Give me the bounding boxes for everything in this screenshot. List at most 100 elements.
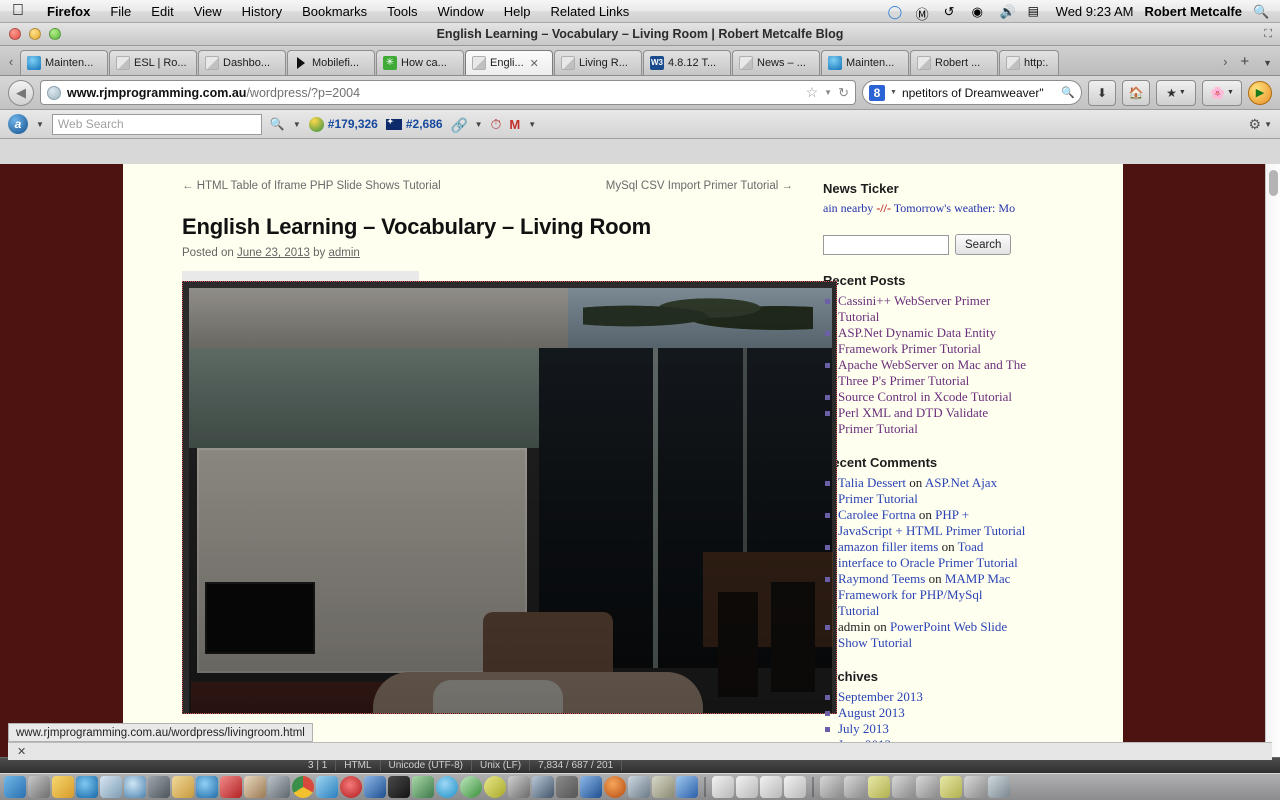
addon-button[interactable]: 🌸 ▼ — [1202, 79, 1242, 106]
menu-item-window[interactable]: Window — [428, 4, 494, 19]
tab-dashboard[interactable]: Dashbo... — [198, 50, 286, 75]
dock-icon-win1[interactable] — [820, 776, 842, 798]
tabs-scroll-left-icon[interactable]: ‹ — [2, 54, 20, 75]
dock-icon-display[interactable] — [508, 776, 530, 798]
dock-icon-chrome[interactable] — [292, 776, 314, 798]
menu-item-file[interactable]: File — [100, 4, 141, 19]
country-rank[interactable]: #2,686 — [385, 117, 443, 131]
dock-icon-doc4[interactable] — [784, 776, 806, 798]
chevron-down-icon[interactable]: ▼ — [475, 120, 483, 129]
addon-orb-icon[interactable]: ▶ — [1248, 80, 1272, 105]
recent-post-link[interactable]: Cassini++ WebServer Primer Tutorial — [838, 293, 990, 324]
comment-author-link[interactable]: Talia Dessert — [838, 475, 906, 490]
dock-icon-settings[interactable] — [28, 776, 50, 798]
dock-icon-appstore[interactable] — [196, 776, 218, 798]
dock-icon-win7[interactable] — [964, 776, 986, 798]
next-post-link[interactable]: MySql CSV Import Primer Tutorial → — [606, 180, 793, 192]
scrollbar-thumb[interactable] — [1269, 170, 1278, 196]
recent-post-link[interactable]: Source Control in Xcode Tutorial — [838, 389, 1012, 404]
chevron-down-icon[interactable]: ▼ — [293, 120, 301, 129]
chevron-down-icon[interactable]: ▼ — [36, 120, 44, 129]
dock-icon-maps[interactable] — [412, 776, 434, 798]
tab-robert[interactable]: Robert ... — [910, 50, 998, 75]
tab-http[interactable]: http:. — [999, 50, 1059, 75]
editor-language[interactable]: HTML — [336, 760, 381, 771]
search-input[interactable] — [823, 234, 949, 255]
dock-icon-doc1[interactable] — [712, 776, 734, 798]
dock-icon-win4[interactable] — [892, 776, 914, 798]
chevron-down-icon[interactable]: ▼ — [890, 89, 897, 96]
recent-post-link[interactable]: Apache WebServer on Mac and The Three P'… — [838, 357, 1026, 388]
timemachine-icon[interactable]: ↺ — [944, 4, 961, 19]
dock-icon-win3[interactable] — [868, 776, 890, 798]
download-button[interactable]: ⬇ — [1088, 79, 1116, 106]
comment-author-link[interactable]: Carolee Fortna — [838, 507, 916, 522]
dock-icon-folder[interactable] — [172, 776, 194, 798]
dock-icon-archive[interactable] — [652, 776, 674, 798]
dock-icon-xcode[interactable] — [532, 776, 554, 798]
tab-maintenance-2[interactable]: Mainten... — [821, 50, 909, 75]
bluetooth-icon[interactable]: Ⓜ — [916, 4, 933, 22]
chevron-down-icon[interactable]: ▼ — [528, 120, 536, 129]
tab-w3c-validator[interactable]: W3 4.8.12 T... — [643, 50, 731, 75]
gear-icon[interactable]: ⚙ ▼ — [1249, 116, 1272, 133]
dock-icon-itunes[interactable] — [148, 776, 170, 798]
dock-icon-terminal[interactable] — [388, 776, 410, 798]
web-search-input[interactable]: Web Search — [51, 113, 262, 135]
dock-icon-preview[interactable] — [100, 776, 122, 798]
reload-icon[interactable]: ↻ — [838, 85, 849, 101]
wayback-clock-icon[interactable]: ⏱ — [490, 116, 501, 133]
dock-icon-trash[interactable] — [988, 776, 1010, 798]
tab-english-learning[interactable]: Engli... ✕ — [465, 50, 553, 75]
tabs-scroll-right-icon[interactable]: › — [1216, 54, 1234, 75]
menu-item-bookmarks[interactable]: Bookmarks — [292, 4, 377, 19]
dock-icon-mail[interactable] — [52, 776, 74, 798]
dock-icon-photos[interactable] — [220, 776, 242, 798]
tab-living-room[interactable]: Living R... — [554, 50, 642, 75]
search-button[interactable]: Search — [955, 234, 1012, 255]
close-icon[interactable]: ✕ — [530, 57, 539, 70]
menu-item-edit[interactable]: Edit — [141, 4, 183, 19]
menu-item-view[interactable]: View — [184, 4, 232, 19]
living-room-photo[interactable] — [182, 281, 837, 714]
recent-post-link[interactable]: Perl XML and DTD Validate Primer Tutoria… — [838, 405, 988, 436]
tab-maintenance-1[interactable]: Mainten... — [20, 50, 108, 75]
dock-icon-finder[interactable] — [4, 776, 26, 798]
archive-link[interactable]: September 2013 — [838, 689, 923, 704]
google-g-icon[interactable]: 8 — [869, 84, 885, 101]
tab-news[interactable]: News – ... — [732, 50, 820, 75]
dock-icon-win2[interactable] — [844, 776, 866, 798]
dock-icon-utility[interactable] — [268, 776, 290, 798]
dock-icon-numbers[interactable] — [484, 776, 506, 798]
comment-author-link[interactable]: Raymond Teems — [838, 571, 925, 586]
menu-item-help[interactable]: Help — [494, 4, 541, 19]
find-bar[interactable]: ✕ — [8, 742, 1272, 760]
close-icon[interactable]: ✕ — [17, 745, 26, 758]
search-bar[interactable]: 8 ▼ npetitors of Dreamweaver" 🔍 — [862, 80, 1082, 105]
battery-icon[interactable]: ▤ — [1028, 4, 1045, 19]
search-input[interactable]: npetitors of Dreamweaver" — [902, 86, 1056, 100]
editor-encoding[interactable]: Unicode (UTF-8) — [381, 760, 472, 771]
wifi-icon[interactable]: ◉ — [972, 4, 989, 19]
dock-icon-blue[interactable] — [676, 776, 698, 798]
news-ticker-text[interactable]: ain nearby -//- Tomorrow's weather: Mo — [823, 201, 1026, 216]
post-author-link[interactable]: admin — [328, 247, 359, 259]
menu-item-related-links[interactable]: Related Links — [541, 4, 640, 19]
magnifier-icon[interactable]: 🔍 — [1061, 86, 1075, 99]
editor-line-col[interactable]: 3 | 1 — [300, 760, 337, 771]
archive-link[interactable]: July 2013 — [838, 721, 889, 736]
dock-icon-textedit[interactable] — [244, 776, 266, 798]
star-icon[interactable]: ☆ — [806, 84, 819, 101]
dock-icon-image[interactable] — [628, 776, 650, 798]
gmail-icon[interactable]: M — [509, 117, 520, 132]
dock-icon-win6[interactable] — [940, 776, 962, 798]
menubar-user[interactable]: Robert Metcalfe — [1144, 4, 1242, 19]
menu-item-firefox[interactable]: Firefox — [37, 4, 100, 19]
volume-icon[interactable]: 🔊 — [1000, 4, 1017, 19]
magnifier-icon[interactable]: 🔍 — [270, 117, 285, 131]
url-bar[interactable]: www.rjmprogramming.com.au/wordpress/?p=2… — [40, 80, 856, 105]
dock-icon-safari[interactable] — [124, 776, 146, 798]
dock-icon-doc3[interactable] — [760, 776, 782, 798]
vertical-scrollbar[interactable] — [1265, 164, 1280, 773]
editor-line-ending[interactable]: Unix (LF) — [472, 760, 531, 771]
